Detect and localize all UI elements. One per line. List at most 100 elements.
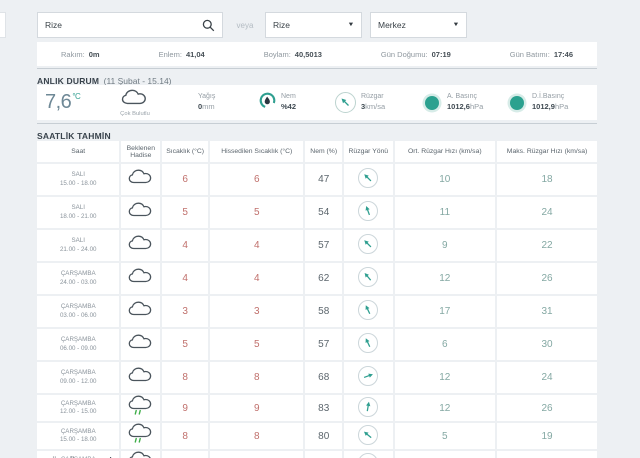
pressure-a-unit: hPa: [470, 102, 483, 111]
pressure-di-unit: hPa: [555, 102, 568, 111]
humidity-cell: 62: [305, 263, 342, 294]
avg-wind-speed-cell: 5: [395, 423, 495, 449]
wind-direction-cell: [344, 164, 393, 195]
max-wind-speed-cell: 30: [497, 329, 597, 360]
current-pressure-sea-level: D.İ.Basınç 1012,9hPa: [507, 85, 568, 120]
section-divider: [37, 123, 597, 124]
pressure-a-label: A. Basınç: [447, 93, 483, 102]
humidity-cell: 54: [305, 197, 342, 228]
top-search-bar: veya Rize ▼ Merkez ▼: [37, 12, 475, 38]
day-label: ÇARŞAMBA: [37, 369, 119, 377]
wind-label: Rüzgar: [361, 93, 385, 102]
condition-label: Çok Bulutlu: [120, 111, 150, 117]
weather-condition-cell: [121, 362, 160, 393]
wind-direction-icon: [358, 201, 378, 221]
current-wind: Rüzgar 3km/sa: [335, 85, 385, 120]
wind-direction-cell: [344, 197, 393, 228]
wind-direction-icon: [335, 92, 356, 113]
wind-direction-cell: [344, 451, 393, 458]
time-range-label: 21.00 - 24.00: [37, 246, 119, 254]
wind-direction-cell: [344, 329, 393, 360]
cloud-icon: [128, 235, 154, 261]
wind-direction-icon: [358, 425, 378, 445]
day-label: SALI: [37, 171, 119, 179]
time-range-label: 12.00 - 15.00: [37, 408, 119, 416]
cloud-icon: [128, 169, 154, 195]
feels-like-cell: 5: [210, 329, 303, 360]
wind-direction-icon: [358, 366, 378, 386]
wind-direction-cell: [344, 395, 393, 421]
table-row: ÇARŞAMBA 06.00 - 09.00 5 5 57: [37, 329, 597, 360]
province-select[interactable]: Rize ▼: [265, 12, 362, 38]
weather-condition-cell: [121, 395, 160, 421]
temperature-cell: 8: [162, 423, 208, 449]
wind-direction-icon: [358, 453, 378, 458]
pressure-di-label: D.İ.Basınç: [532, 93, 568, 102]
temperature-cell: 6: [162, 164, 208, 195]
info-value: 07:19: [432, 50, 451, 59]
current-pressure-actual: A. Basınç 1012,6hPa: [422, 85, 483, 120]
max-wind-speed-cell: 24: [497, 197, 597, 228]
feels-like-cell: 9: [210, 395, 303, 421]
cloud-icon: [128, 367, 154, 393]
wind-direction-cell: [344, 423, 393, 449]
feels-like-cell: 6: [210, 164, 303, 195]
table-row: ÇARŞAMBA 09.00 - 12.00 8 8 68: [37, 362, 597, 393]
temperature-cell: 9: [162, 395, 208, 421]
time-range-label: 03.00 - 06.00: [37, 312, 119, 320]
wind-direction-cell: [344, 230, 393, 261]
temperature-value: 7,6: [45, 91, 71, 113]
day-label: ÇARŞAMBA: [37, 336, 119, 344]
table-row: ÇARŞAMBA 12.00 - 15.00 9 9 83: [37, 395, 597, 421]
temperature-unit: °C: [72, 92, 80, 101]
avg-wind-speed-cell: 12: [395, 395, 495, 421]
day-label: ÇARŞAMBA: [37, 303, 119, 311]
time-slot-cell: ÇARŞAMBA 09.00 - 12.00: [37, 362, 119, 393]
feels-like-cell: 7: [210, 451, 303, 458]
cloud-icon: [128, 202, 154, 228]
wind-direction-icon: [358, 333, 378, 353]
chevron-down-icon: ▼: [347, 22, 354, 28]
avg-wind-speed-cell: 6: [395, 329, 495, 360]
max-wind-speed-cell: 15: [497, 451, 597, 458]
wind-direction-icon: [358, 300, 378, 320]
wind-direction-cell: [344, 362, 393, 393]
time-range-label: 15.00 - 18.00: [37, 180, 119, 188]
search-icon[interactable]: [202, 19, 215, 32]
day-label: ÇARŞAMBA: [37, 428, 119, 436]
table-row: SALI 18.00 - 21.00 5 5 54: [37, 197, 597, 228]
search-input[interactable]: [45, 20, 202, 30]
time-range-label: 24.00 - 03.00: [37, 279, 119, 287]
avg-wind-speed-cell: 17: [395, 296, 495, 327]
temperature-cell: 4: [162, 263, 208, 294]
rain-cloud-icon: [128, 451, 154, 458]
location-info-item: Boylam: 40,5013: [264, 50, 322, 59]
feels-like-cell: 8: [210, 362, 303, 393]
column-header: Maks. Rüzgar Hızı (km/sa): [497, 141, 597, 162]
weather-condition-cell: [121, 197, 160, 228]
cloud-icon: [128, 334, 154, 360]
district-select[interactable]: Merkez ▼: [370, 12, 467, 38]
daily-section-heading: 5 GÜNLÜK TAHMİN: [37, 451, 118, 458]
humidity-value: %42: [281, 102, 296, 111]
table-row: SALI 21.00 - 24.00 4 4 57: [37, 230, 597, 261]
weather-condition-cell: [121, 423, 160, 449]
location-info-item: Gün Batımı: 17:46: [510, 50, 573, 59]
column-header: Sıcaklık (°C): [162, 141, 208, 162]
province-select-value: Rize: [273, 20, 290, 30]
weather-condition-cell: [121, 296, 160, 327]
max-wind-speed-cell: 24: [497, 362, 597, 393]
column-header: Rüzgar Yönü: [344, 141, 393, 162]
info-value: 17:46: [554, 50, 573, 59]
humidity-cell: 80: [305, 423, 342, 449]
table-row: ÇARŞAMBA 15.00 - 18.00 8 8 80: [37, 423, 597, 449]
time-range-label: 18.00 - 21.00: [37, 213, 119, 221]
time-slot-cell: ÇARŞAMBA 15.00 - 18.00: [37, 423, 119, 449]
current-conditions-panel: 7,6°C Çok Bulutlu Yağış 0mm Nem %42: [37, 85, 597, 120]
rain-cloud-icon: [128, 423, 154, 449]
info-label: Boylam:: [264, 50, 291, 59]
info-label: Enlem:: [159, 50, 182, 59]
location-info-bar: Rakım: 0m Enlem: 41,04 Boylam: 40,5013 G…: [37, 42, 597, 66]
avg-wind-speed-cell: 6: [395, 451, 495, 458]
wind-direction-cell: [344, 296, 393, 327]
